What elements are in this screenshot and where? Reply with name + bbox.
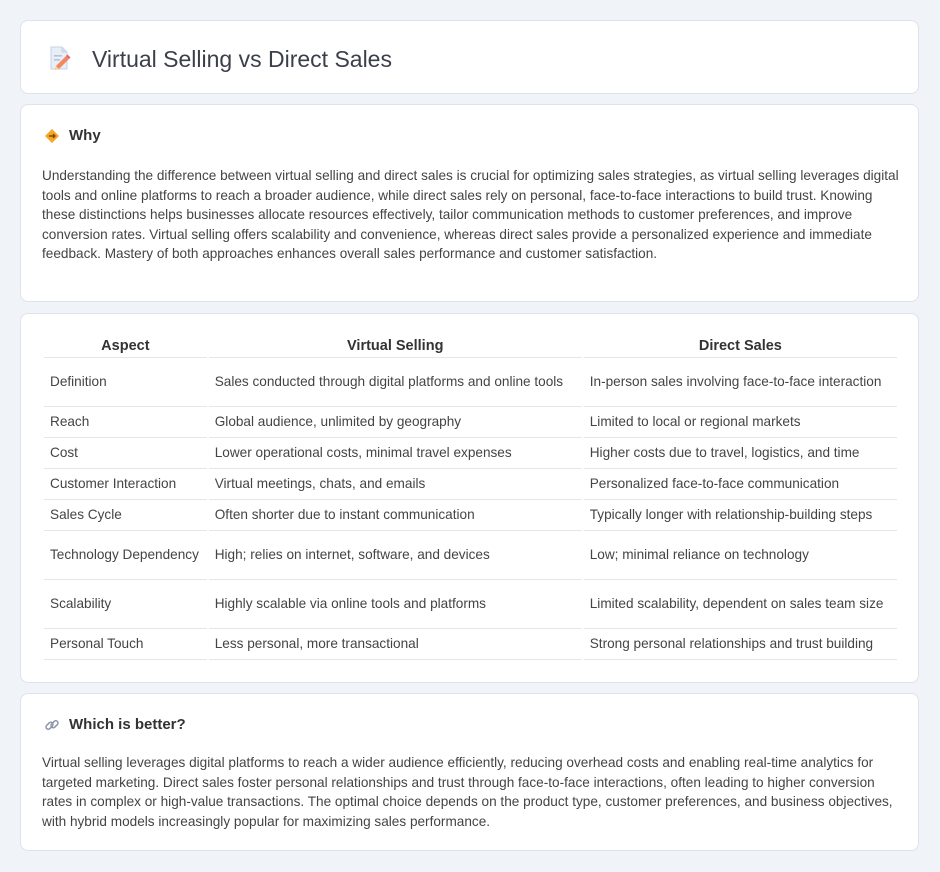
virtual-selling-cell: Less personal, more transactional <box>208 629 582 660</box>
comparison-section: Aspect Virtual Selling Direct Sales Defi… <box>20 313 919 683</box>
link-icon <box>43 716 61 734</box>
direct-sales-cell: Strong personal relationships and trust … <box>583 629 897 660</box>
table-row: Reach Global audience, unlimited by geog… <box>44 407 897 438</box>
aspect-cell: Personal Touch <box>44 629 207 660</box>
column-header-virtual-selling: Virtual Selling <box>208 335 582 358</box>
aspect-cell: Cost <box>44 438 207 469</box>
aspect-cell: Reach <box>44 407 207 438</box>
virtual-selling-cell: Virtual meetings, chats, and emails <box>208 469 582 500</box>
better-body: Virtual selling leverages digital platfo… <box>42 755 893 829</box>
page-title: Virtual Selling vs Direct Sales <box>92 46 392 72</box>
why-heading: Why <box>69 127 101 144</box>
better-heading: Which is better? <box>69 716 186 733</box>
table-row: Customer Interaction Virtual meetings, c… <box>44 469 897 500</box>
aspect-cell: Sales Cycle <box>44 500 207 531</box>
aspect-cell: Definition <box>44 358 207 407</box>
why-section: Why Understanding the difference between… <box>20 104 919 302</box>
direct-sales-cell: Typically longer with relationship-build… <box>583 500 897 531</box>
direct-sales-cell: Personalized face-to-face communication <box>583 469 897 500</box>
virtual-selling-cell: Lower operational costs, minimal travel … <box>208 438 582 469</box>
title-card: Virtual Selling vs Direct Sales <box>20 20 919 94</box>
virtual-selling-cell: High; relies on internet, software, and … <box>208 531 582 580</box>
direct-sales-cell: Low; minimal reliance on technology <box>583 531 897 580</box>
aspect-cell: Customer Interaction <box>44 469 207 500</box>
table-row: Sales Cycle Often shorter due to instant… <box>44 500 897 531</box>
direct-sales-cell: Higher costs due to travel, logistics, a… <box>583 438 897 469</box>
virtual-selling-cell: Sales conducted through digital platform… <box>208 358 582 407</box>
document-pencil-icon <box>47 45 71 71</box>
table-row: Scalability Highly scalable via online t… <box>44 580 897 629</box>
direct-sales-cell: Limited to local or regional markets <box>583 407 897 438</box>
column-header-aspect: Aspect <box>44 335 207 358</box>
aspect-cell: Scalability <box>44 580 207 629</box>
virtual-selling-cell: Often shorter due to instant communicati… <box>208 500 582 531</box>
column-header-direct-sales: Direct Sales <box>583 335 897 358</box>
diamond-warning-icon <box>43 127 61 145</box>
table-row: Definition Sales conducted through digit… <box>44 358 897 407</box>
table-row: Technology Dependency High; relies on in… <box>44 531 897 580</box>
better-header: Which is better? <box>43 716 186 734</box>
direct-sales-cell: Limited scalability, dependent on sales … <box>583 580 897 629</box>
virtual-selling-cell: Global audience, unlimited by geography <box>208 407 582 438</box>
table-row: Personal Touch Less personal, more trans… <box>44 629 897 660</box>
aspect-cell: Technology Dependency <box>44 531 207 580</box>
why-header: Why <box>43 127 101 145</box>
direct-sales-cell: In-person sales involving face-to-face i… <box>583 358 897 407</box>
virtual-selling-cell: Highly scalable via online tools and pla… <box>208 580 582 629</box>
comparison-table: Aspect Virtual Selling Direct Sales Defi… <box>42 335 899 660</box>
which-is-better-section: Which is better? Virtual selling leverag… <box>20 693 919 851</box>
why-body: Understanding the difference between vir… <box>42 168 899 261</box>
table-row: Cost Lower operational costs, minimal tr… <box>44 438 897 469</box>
table-header-row: Aspect Virtual Selling Direct Sales <box>44 335 897 358</box>
